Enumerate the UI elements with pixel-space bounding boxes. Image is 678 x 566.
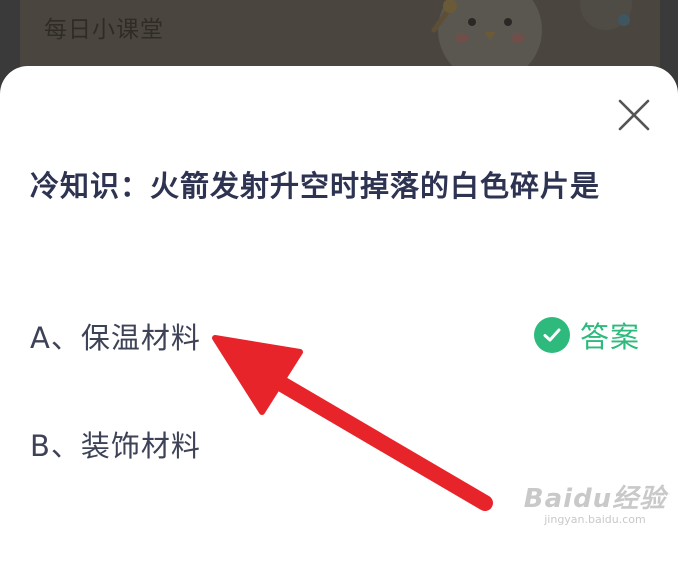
- answer-indicator: 答案: [534, 315, 640, 355]
- option-b[interactable]: B、装饰材料: [30, 423, 201, 465]
- check-circle-icon: [534, 317, 570, 353]
- baidu-jingyan-watermark: Baidu经验 jingyan.baidu.com: [520, 478, 670, 526]
- answer-label: 答案: [580, 320, 641, 354]
- mascot-illustration: [431, 0, 632, 70]
- close-icon[interactable]: [616, 97, 652, 133]
- option-a[interactable]: A、保温材料: [30, 315, 201, 357]
- watermark-brand: Baidu经验: [523, 484, 667, 514]
- daily-class-title: 每日小课堂: [44, 17, 164, 43]
- quiz-question: 冷知识：火箭发射升空时掉落的白色碎片是: [30, 169, 601, 203]
